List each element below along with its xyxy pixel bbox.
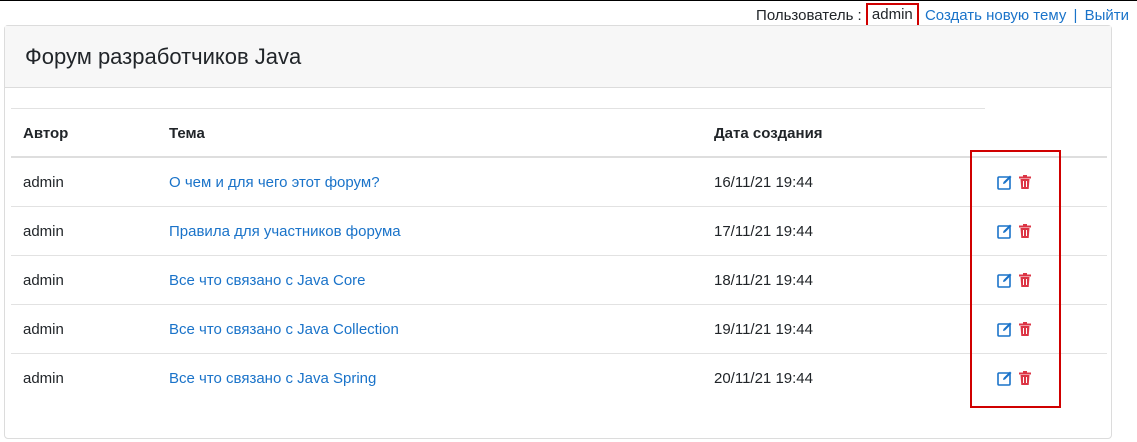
trash-icon[interactable] — [1017, 223, 1033, 239]
row-date: 18/11/21 19:44 — [714, 272, 813, 289]
row-actions — [997, 370, 1033, 386]
table-row: admin О чем и для чего этот форум? 16/11… — [11, 158, 1107, 207]
edit-icon[interactable] — [997, 223, 1013, 239]
edit-icon[interactable] — [997, 370, 1013, 386]
trash-icon[interactable] — [1017, 321, 1033, 337]
header-topic: Тема — [169, 125, 205, 142]
trash-icon[interactable] — [1017, 370, 1033, 386]
row-topic-link[interactable]: Все что связано с Java Spring — [169, 370, 376, 387]
create-topic-link[interactable]: Создать новую тему — [925, 7, 1066, 24]
row-date: 17/11/21 19:44 — [714, 223, 813, 240]
table-row: admin Все что связано с Java Core 18/11/… — [11, 256, 1107, 305]
row-topic-link[interactable]: О чем и для чего этот форум? — [169, 174, 380, 191]
row-author: admin — [23, 223, 64, 240]
row-date: 20/11/21 19:44 — [714, 370, 813, 387]
table-header-row: Автор Тема Дата создания — [11, 108, 1107, 158]
logout-link[interactable]: Выйти — [1085, 7, 1129, 24]
table-row: admin Правила для участников форума 17/1… — [11, 207, 1107, 256]
edit-icon[interactable] — [997, 174, 1013, 190]
row-actions — [997, 223, 1033, 239]
user-label: Пользователь : — [756, 7, 862, 24]
page: Пользователь : admin Создать новую тему … — [0, 0, 1137, 442]
top-border — [0, 0, 1137, 1]
row-topic-link[interactable]: Правила для участников форума — [169, 223, 401, 240]
row-date: 16/11/21 19:44 — [714, 174, 813, 191]
row-author: admin — [23, 272, 64, 289]
table-row: admin Все что связано с Java Collection … — [11, 305, 1107, 354]
edit-icon[interactable] — [997, 321, 1013, 337]
row-topic-link[interactable]: Все что связано с Java Core — [169, 272, 366, 289]
table-row: admin Все что связано с Java Spring 20/1… — [11, 354, 1107, 403]
row-actions — [997, 272, 1033, 288]
edit-icon[interactable] — [997, 272, 1013, 288]
row-date: 19/11/21 19:44 — [714, 321, 813, 338]
header-author: Автор — [23, 125, 69, 142]
row-author: admin — [23, 174, 64, 191]
forum-card: Форум разработчиков Java Автор Тема Дата… — [4, 25, 1112, 439]
row-author: admin — [23, 370, 64, 387]
row-author: admin — [23, 321, 64, 338]
card-header: Форум разработчиков Java — [5, 26, 1111, 88]
row-topic-link[interactable]: Все что связано с Java Collection — [169, 321, 399, 338]
link-separator: | — [1073, 7, 1078, 24]
header-date: Дата создания — [714, 125, 823, 142]
current-username: admin — [865, 3, 919, 27]
row-actions — [997, 174, 1033, 190]
trash-icon[interactable] — [1017, 174, 1033, 190]
page-title: Форум разработчиков Java — [25, 43, 302, 69]
row-actions — [997, 321, 1033, 337]
trash-icon[interactable] — [1017, 272, 1033, 288]
